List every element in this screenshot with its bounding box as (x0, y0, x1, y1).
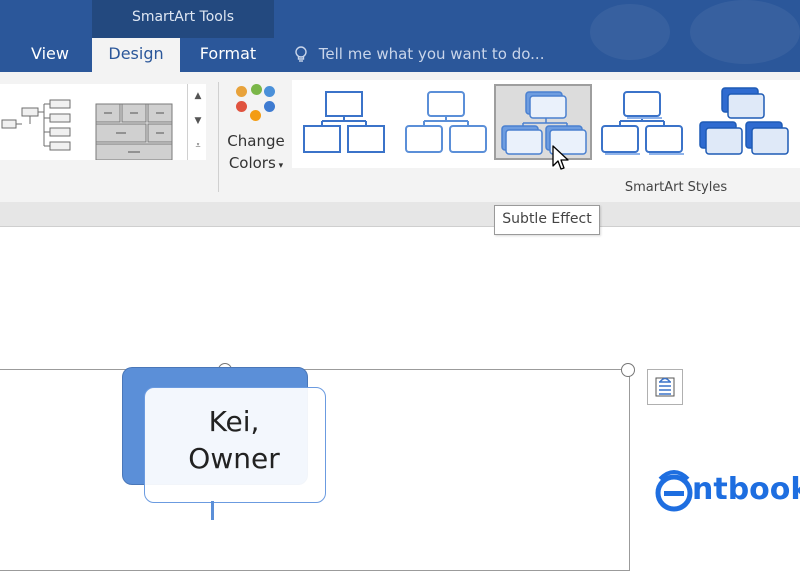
color-swatch-icon (236, 101, 247, 112)
mouse-pointer-icon (551, 144, 569, 176)
watermark-text: ntbook (692, 472, 800, 507)
style-white-outline[interactable] (398, 84, 496, 160)
watermark-logo: ntbook (654, 465, 800, 517)
ribbon-bottom-strip (0, 202, 800, 227)
style-tooltip: Subtle Effect (494, 205, 600, 235)
color-swatch-icon (236, 86, 247, 97)
layout-thumbnails[interactable] (0, 84, 186, 165)
color-swatch-icon (264, 86, 275, 97)
layout-options-icon (655, 377, 675, 397)
change-colors-button[interactable]: Change Colors ▾ (220, 80, 292, 176)
logo-mark-icon (655, 470, 693, 512)
background-decoration (590, 4, 670, 60)
change-colors-line1: Change (227, 132, 285, 150)
resize-handle[interactable] (621, 363, 635, 377)
lightbulb-icon (294, 45, 319, 63)
node-text-line1: Kei, (208, 405, 260, 438)
org-chart-connector (211, 501, 214, 520)
scroll-up-icon[interactable]: ▲ (188, 84, 208, 109)
contextual-tab-group: SmartArt Tools (92, 0, 274, 38)
tab-view[interactable]: View (18, 38, 82, 72)
group-separator (218, 82, 219, 192)
tell-me-placeholder: Tell me what you want to do... (318, 45, 545, 63)
color-swatch-icon (250, 110, 261, 121)
scroll-down-icon[interactable]: ▼ (188, 109, 208, 134)
smartart-styles-group-label: SmartArt Styles (624, 180, 728, 195)
tab-format[interactable]: Format (188, 38, 268, 72)
layouts-gallery-scroller: ▲ ▼ ⩡ (187, 84, 208, 160)
change-colors-label: Change Colors ▾ (220, 130, 292, 177)
layouts-gallery (0, 84, 206, 165)
smartart-styles-gallery (292, 80, 800, 168)
org-chart-node-text[interactable]: Kei, Owner (144, 403, 324, 477)
gallery-more-icon[interactable]: ⩡ (188, 134, 208, 159)
style-intense-effect[interactable] (696, 84, 794, 160)
change-colors-line2: Colors ▾ (228, 154, 284, 172)
color-swatch-icon (264, 101, 275, 112)
ribbon-tab-bar: SmartArt Tools View Design Format Tell m… (0, 0, 800, 72)
style-subtle-effect[interactable] (494, 84, 592, 160)
node-text-line2: Owner (188, 442, 280, 475)
color-swatch-icon (251, 84, 262, 95)
document-canvas: Kei, Owner ntbook (0, 227, 800, 571)
layout-options-button[interactable] (647, 369, 683, 405)
tab-design[interactable]: Design (92, 38, 180, 72)
style-moderate-effect[interactable] (594, 84, 692, 160)
style-simple-fill[interactable] (296, 84, 394, 160)
tell-me-search[interactable]: Tell me what you want to do... (294, 38, 544, 72)
background-decoration (690, 0, 800, 64)
